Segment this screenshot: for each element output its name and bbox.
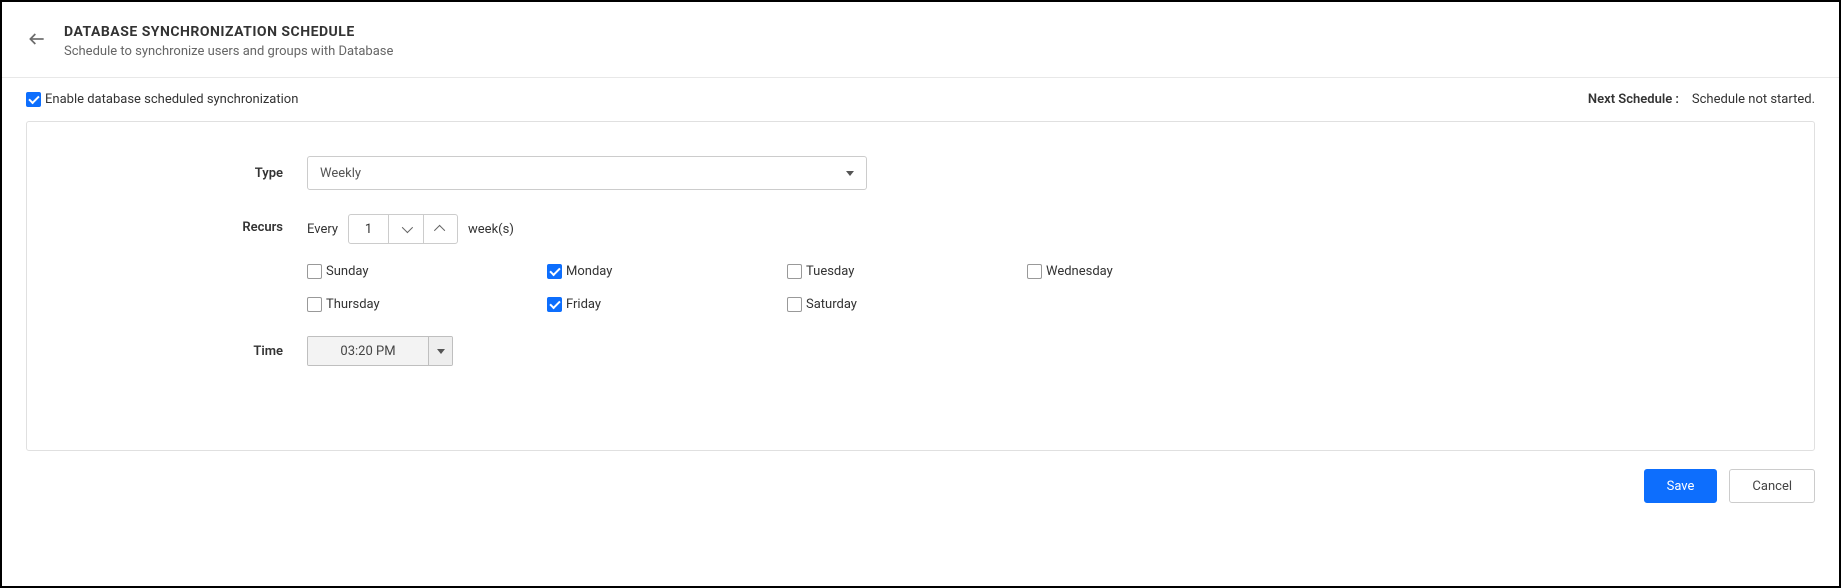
day-thursday: Thursday — [307, 297, 547, 312]
day-sunday: Sunday — [307, 264, 547, 279]
type-select[interactable]: Weekly — [307, 156, 867, 190]
recurs-increment-button[interactable] — [423, 215, 457, 243]
save-button[interactable]: Save — [1644, 469, 1718, 503]
day-label: Monday — [566, 264, 612, 279]
day-thursday-checkbox[interactable] — [307, 297, 322, 312]
day-friday: Friday — [547, 297, 787, 312]
day-label: Tuesday — [806, 264, 854, 279]
day-tuesday-checkbox[interactable] — [787, 264, 802, 279]
day-wednesday-checkbox[interactable] — [1027, 264, 1042, 279]
recurs-suffix: week(s) — [468, 222, 514, 237]
day-wednesday: Wednesday — [1027, 264, 1267, 279]
day-monday-checkbox[interactable] — [547, 264, 562, 279]
page-subtitle: Schedule to synchronize users and groups… — [64, 44, 393, 59]
back-arrow-icon[interactable] — [26, 28, 48, 50]
footer: Save Cancel — [2, 451, 1839, 521]
time-picker[interactable]: 03:20 PM — [307, 336, 453, 366]
recurs-spinner: 1 — [348, 214, 458, 244]
day-monday: Monday — [547, 264, 787, 279]
day-label: Saturday — [806, 297, 857, 312]
caret-down-icon — [846, 171, 854, 176]
next-schedule-label: Next Schedule : — [1588, 92, 1679, 107]
next-schedule-value: Schedule not started. — [1692, 92, 1815, 107]
page-title: DATABASE SYNCHRONIZATION SCHEDULE — [64, 24, 393, 40]
chevron-up-icon — [433, 225, 444, 236]
recurs-label: Recurs — [67, 214, 307, 235]
next-schedule: Next Schedule : Schedule not started. — [1588, 92, 1815, 107]
day-label: Sunday — [326, 264, 369, 279]
type-label: Type — [67, 166, 307, 181]
enable-sync-label: Enable database scheduled synchronizatio… — [45, 92, 298, 107]
page-header: DATABASE SYNCHRONIZATION SCHEDULE Schedu… — [2, 2, 1839, 78]
recurs-decrement-button[interactable] — [389, 215, 423, 243]
day-label: Thursday — [326, 297, 380, 312]
day-label: Wednesday — [1046, 264, 1113, 279]
time-dropdown-button[interactable] — [428, 337, 452, 365]
type-select-value: Weekly — [320, 166, 361, 181]
schedule-card: Type Weekly Recurs Every 1 week(s) — [26, 121, 1815, 451]
chevron-down-icon — [402, 222, 413, 233]
day-label: Friday — [566, 297, 601, 312]
time-value: 03:20 PM — [308, 337, 428, 365]
recurs-value[interactable]: 1 — [349, 215, 389, 243]
cancel-button[interactable]: Cancel — [1729, 469, 1815, 503]
day-tuesday: Tuesday — [787, 264, 1027, 279]
day-friday-checkbox[interactable] — [547, 297, 562, 312]
recurs-prefix: Every — [307, 222, 338, 237]
time-label: Time — [67, 344, 307, 359]
day-saturday-checkbox[interactable] — [787, 297, 802, 312]
enable-sync-checkbox[interactable] — [26, 92, 41, 107]
day-saturday: Saturday — [787, 297, 1027, 312]
day-sunday-checkbox[interactable] — [307, 264, 322, 279]
enable-row: Enable database scheduled synchronizatio… — [2, 78, 1839, 121]
caret-down-icon — [437, 349, 445, 354]
days-grid: Sunday Monday Tuesday Wednesday Thursday — [307, 264, 1267, 312]
